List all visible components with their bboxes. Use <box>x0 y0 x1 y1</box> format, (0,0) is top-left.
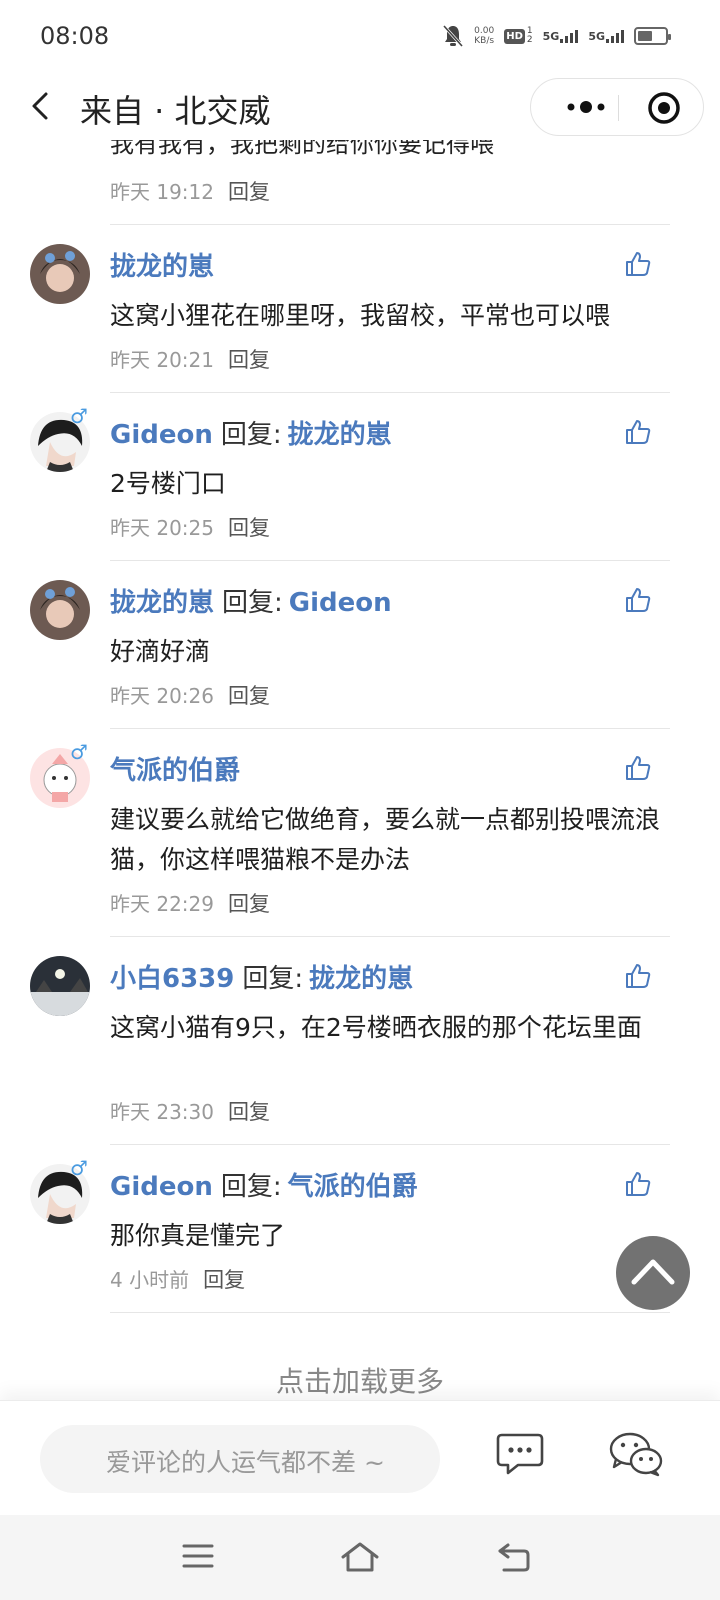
signal-1-icon: 5G <box>543 29 579 43</box>
comment-header: 小白6339 回复: 拢龙的崽 <box>110 958 413 995</box>
comment-meta: 昨天 19:12 回复 <box>110 176 270 206</box>
comment-bar: 爱评论的人运气都不差 ~ <box>0 1400 720 1515</box>
reply-button[interactable]: 回复 <box>228 684 270 708</box>
reply-target-username[interactable]: 拢龙的崽 <box>288 420 392 450</box>
divider <box>110 1312 670 1313</box>
reply-target-username[interactable]: Gideon <box>289 588 392 618</box>
username[interactable]: 拢龙的崽 <box>110 588 214 618</box>
comment-feed[interactable]: 我有我有，我把剩的给你你要记得喂 昨天 19:12 回复 拢龙的崽 这窝小狸花在哪… <box>0 140 720 1400</box>
comment-input-placeholder: 爱评论的人运气都不差 ~ <box>106 1448 385 1477</box>
page-title: 来自 · 北交威 <box>80 92 271 130</box>
reply-label: 回复: <box>242 964 304 994</box>
capsule-divider <box>618 95 619 121</box>
comment-bubble-icon[interactable] <box>496 1431 544 1477</box>
comment-item: ♂ Gideon 回复: 气派的伯爵 那你真是懂完了 4 小时前 回复 <box>0 1144 720 1313</box>
reply-label: 回复: <box>220 420 282 450</box>
reply-button[interactable]: 回复 <box>228 180 270 204</box>
thumbs-up-icon[interactable] <box>624 586 652 614</box>
status-bar: 08:08 0.00 KB/s HD 12 5G 5G <box>0 0 720 76</box>
reply-label: 回复: <box>220 1172 282 1202</box>
comment-time: 昨天 19:12 <box>110 180 214 204</box>
comment-item: 小白6339 回复: 拢龙的崽 这窝小猫有9只，在2号楼晒衣服的那个花坛里面 昨天 … <box>0 936 720 1145</box>
comment-text: 2号楼门口 <box>110 469 226 498</box>
comment-meta: 昨天 20:21 回复 <box>110 344 270 374</box>
comment-time: 4 小时前 <box>110 1268 190 1292</box>
thumbs-up-icon[interactable] <box>624 754 652 782</box>
system-nav-bar <box>0 1515 720 1600</box>
mini-program-capsule <box>530 78 704 136</box>
comment-text: 那你真是懂完了 <box>110 1221 286 1250</box>
username[interactable]: 气派的伯爵 <box>110 756 240 786</box>
username[interactable]: Gideon <box>110 1172 213 1202</box>
comment-meta: 4 小时前 回复 <box>110 1264 245 1294</box>
reply-button[interactable]: 回复 <box>228 516 270 540</box>
male-gender-icon: ♂ <box>70 404 88 428</box>
comment-text: 好滴好滴 <box>110 637 211 666</box>
home-icon[interactable] <box>340 1541 380 1573</box>
thumbs-up-icon[interactable] <box>624 962 652 990</box>
comment-input[interactable]: 爱评论的人运气都不差 ~ <box>40 1425 440 1493</box>
reply-label: 回复: <box>222 588 283 618</box>
reply-target-username[interactable]: 拢龙的崽 <box>309 964 413 994</box>
status-icons: 0.00 KB/s HD 12 5G 5G <box>442 24 671 48</box>
comment-text: 我有我有，我把剩的给你你要记得喂 <box>110 140 494 158</box>
comment-header: 拢龙的崽 回复: Gideon <box>110 582 392 619</box>
comment-header: Gideon 回复: 气派的伯爵 <box>110 1166 418 1203</box>
comment-meta: 昨天 20:26 回复 <box>110 680 270 710</box>
comment-header: Gideon 回复: 拢龙的崽 <box>110 414 392 451</box>
load-more-button[interactable]: 点击加载更多 <box>0 1360 720 1400</box>
avatar[interactable] <box>30 580 90 640</box>
net-speed: 0.00 KB/s <box>474 26 495 46</box>
username[interactable]: Gideon <box>110 420 213 450</box>
reply-button[interactable]: 回复 <box>228 892 270 916</box>
avatar[interactable] <box>30 956 90 1016</box>
back-icon[interactable] <box>496 1541 532 1573</box>
battery-icon <box>634 27 671 45</box>
comment-item: ♂ Gideon 回复: 拢龙的崽 2号楼门口 昨天 20:25 回复 <box>0 392 720 561</box>
chevron-up-icon <box>631 1259 675 1285</box>
avatar[interactable] <box>30 244 90 304</box>
comment-time: 昨天 20:26 <box>110 684 214 708</box>
comment-text: 建议要么就给它做绝育，要么就一点都别投喂流浪猫，你这样喂猫粮不是办法 <box>110 805 661 874</box>
thumbs-up-icon[interactable] <box>624 418 652 446</box>
comment-item: 拢龙的崽 这窝小狸花在哪里呀，我留校，平常也可以喂 昨天 20:21 回复 <box>0 224 720 393</box>
comment-header: 气派的伯爵 <box>110 750 240 787</box>
username[interactable]: 拢龙的崽 <box>110 252 214 282</box>
reply-button[interactable]: 回复 <box>228 1100 270 1124</box>
nav-bar: 来自 · 北交威 <box>0 76 720 140</box>
comment-time: 昨天 20:25 <box>110 516 214 540</box>
back-arrow-icon[interactable] <box>22 86 62 126</box>
scroll-to-top-button[interactable] <box>616 1236 690 1310</box>
username[interactable]: 小白6339 <box>110 964 234 994</box>
reply-button[interactable]: 回复 <box>203 1268 245 1292</box>
thumbs-up-icon[interactable] <box>624 1170 652 1198</box>
comment-meta: 昨天 23:30 回复 <box>110 1096 270 1126</box>
wechat-share-icon[interactable] <box>608 1431 664 1477</box>
comment-time: 昨天 22:29 <box>110 892 214 916</box>
comment-time: 昨天 20:21 <box>110 348 214 372</box>
comment-item: ♂ 气派的伯爵 建议要么就给它做绝育，要么就一点都别投喂流浪猫，你这样喂猫粮不是… <box>0 728 720 937</box>
mute-bell-icon <box>443 24 464 48</box>
comment-meta: 昨天 22:29 回复 <box>110 888 270 918</box>
comment-text: 这窝小狸花在哪里呀，我留校，平常也可以喂 <box>110 301 611 330</box>
status-time: 08:08 <box>40 22 110 50</box>
reply-target-username[interactable]: 气派的伯爵 <box>288 1172 418 1202</box>
signal-2-icon: 5G <box>588 29 624 43</box>
male-gender-icon: ♂ <box>70 740 88 764</box>
comment-time: 昨天 23:30 <box>110 1100 214 1124</box>
male-gender-icon: ♂ <box>70 1156 88 1180</box>
comment-header: 拢龙的崽 <box>110 246 214 283</box>
hd-icon: HD 12 <box>504 26 533 45</box>
thumbs-up-icon[interactable] <box>624 250 652 278</box>
comment-meta: 昨天 20:25 回复 <box>110 512 270 542</box>
reply-button[interactable]: 回复 <box>228 348 270 372</box>
close-target-icon[interactable] <box>647 91 681 125</box>
more-icon[interactable] <box>561 95 611 119</box>
menu-icon[interactable] <box>182 1541 214 1571</box>
comment-text: 这窝小猫有9只，在2号楼晒衣服的那个花坛里面 <box>110 1013 642 1042</box>
comment-item: 拢龙的崽 回复: Gideon 好滴好滴 昨天 20:26 回复 <box>0 560 720 729</box>
